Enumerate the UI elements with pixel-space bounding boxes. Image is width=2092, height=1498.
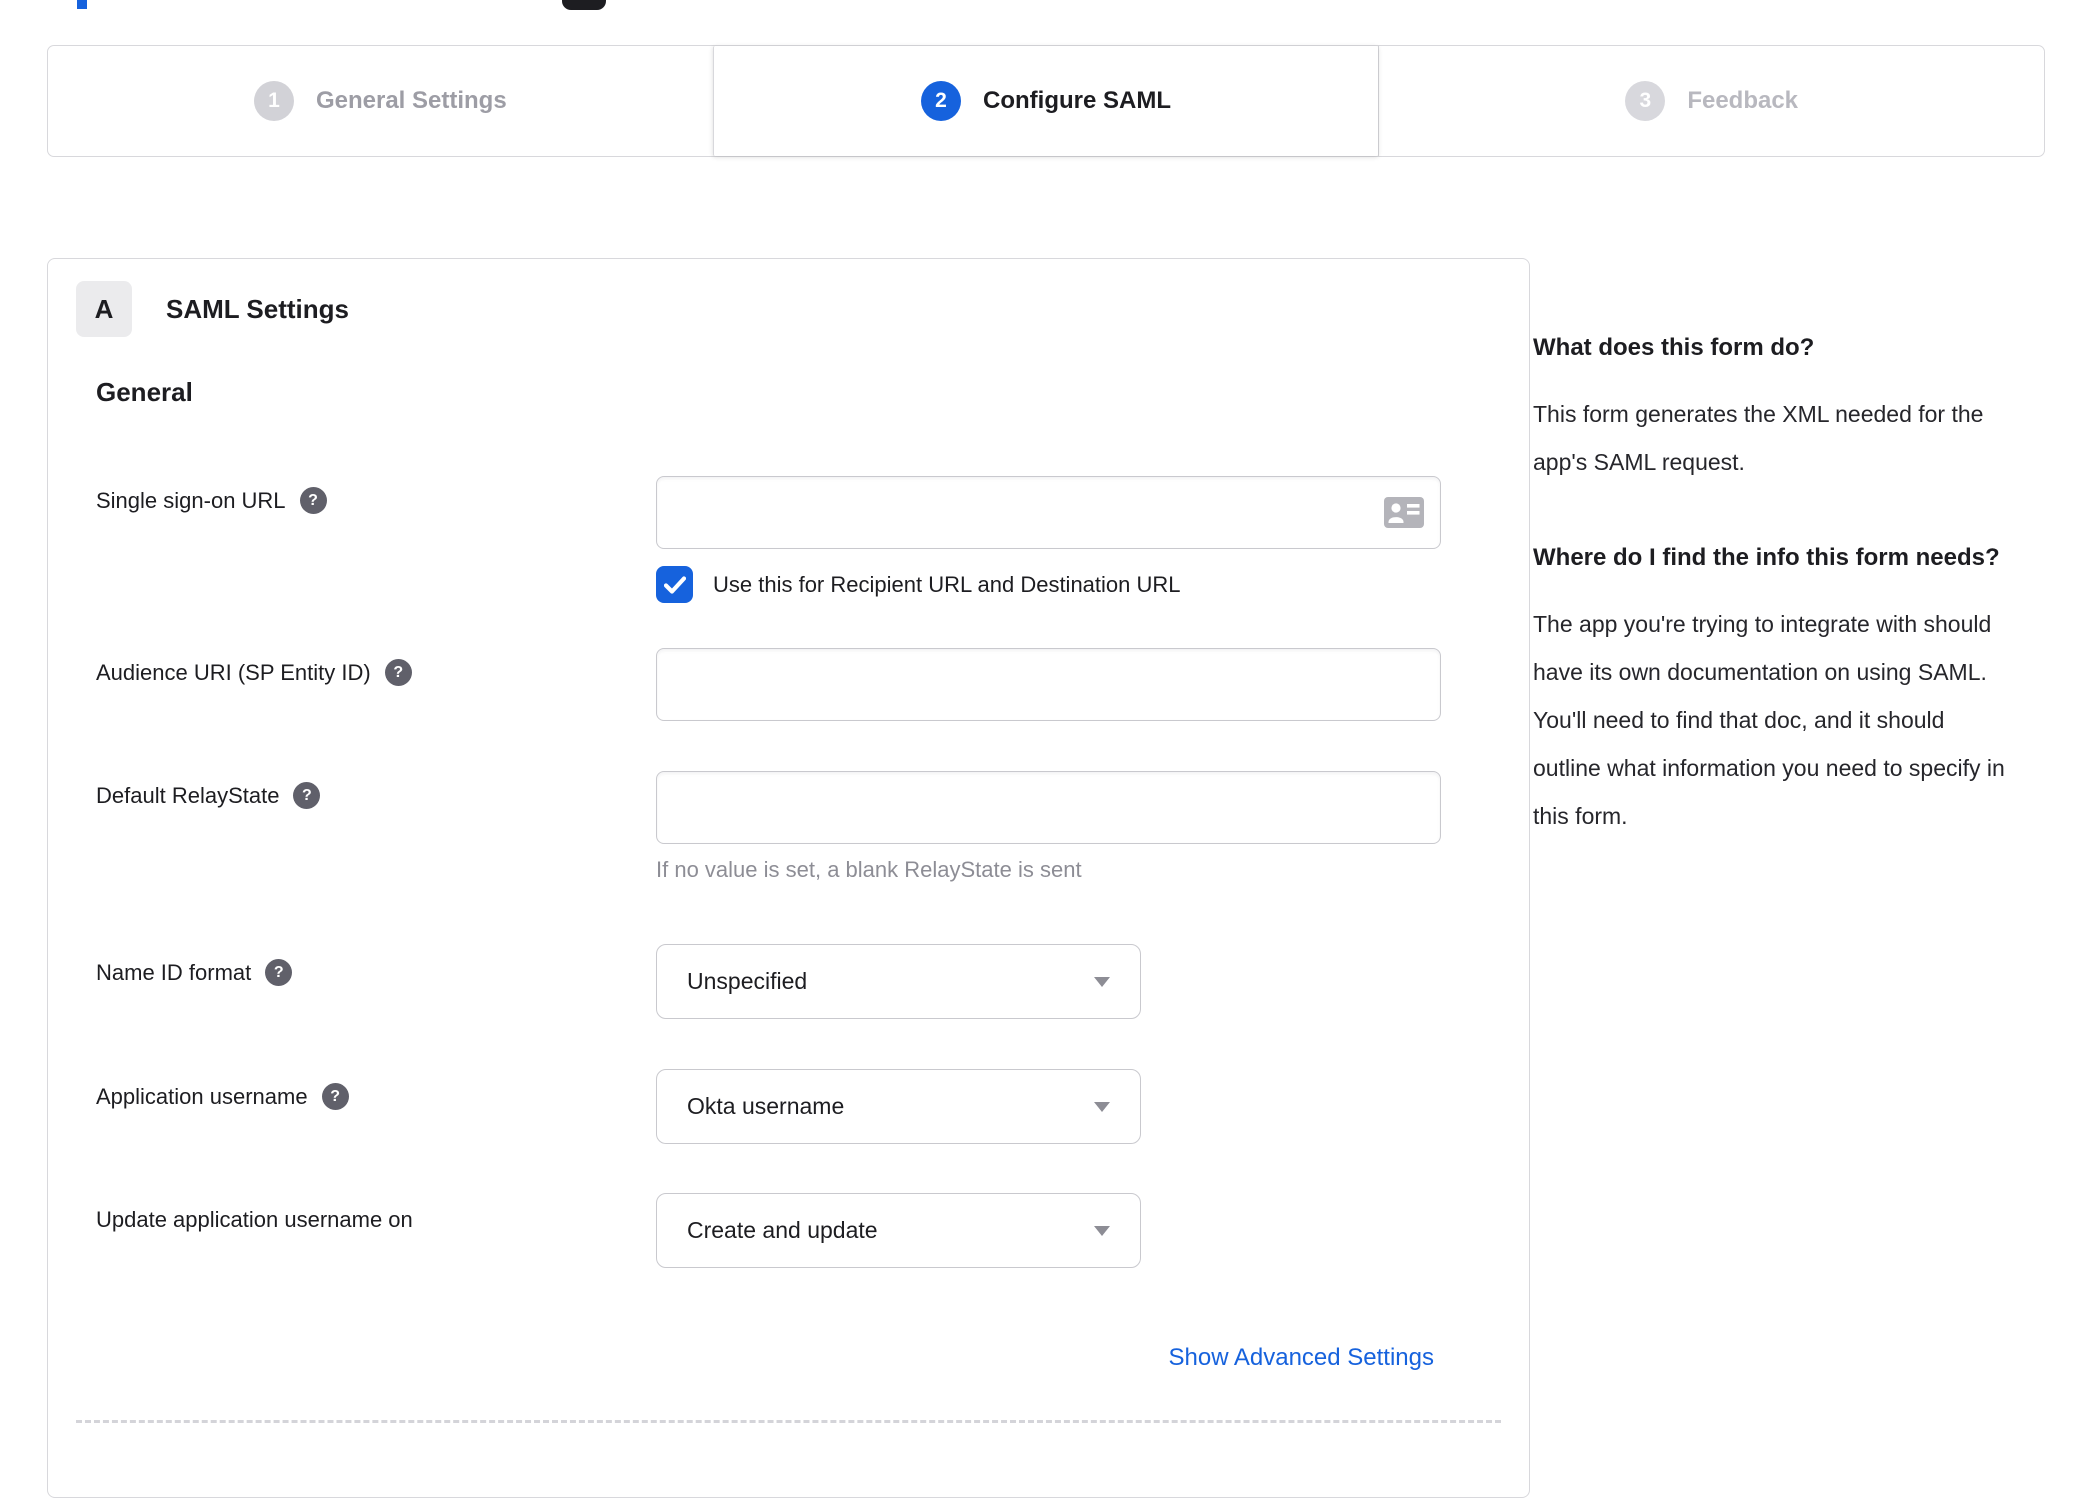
step-label: Feedback [1687,87,1799,114]
checkmark-icon [663,575,686,594]
wizard-stepper: 1 General Settings 2 Configure SAML 3 Fe… [47,45,2045,157]
address-card-icon [1384,497,1424,528]
audience-uri-input[interactable] [656,648,1441,721]
step-label: General Settings [315,87,507,114]
stepper-step-general-settings[interactable]: 1 General Settings [48,46,713,156]
sso-url-label: Single sign-on URL ? [96,487,327,514]
sidebar-answer-1: This form generates the XML needed for t… [1533,401,1984,475]
app-username-value: Okta username [687,1093,845,1119]
update-username-label: Update application username on [96,1207,413,1232]
relay-state-input[interactable] [656,771,1441,844]
app-username-select[interactable]: Okta username [656,1069,1141,1144]
section-dashed-divider [76,1420,1501,1423]
name-id-format-select[interactable]: Unspecified [656,944,1141,1019]
sidebar-question-2: Where do I find the info this form needs… [1533,544,2000,571]
section-header: A SAML Settings [76,281,349,337]
sso-url-help-icon[interactable]: ? [299,487,327,514]
sso-url-input[interactable] [656,476,1441,549]
cutoff-blue-fragment [77,0,87,9]
sidebar-question-1: What does this form do? [1533,334,1815,361]
app-username-label: Application username ? [96,1083,349,1110]
caret-down-icon [1094,976,1110,987]
step-number-badge: 2 [921,81,962,121]
caret-down-icon [1094,1225,1110,1236]
relay-state-hint: If no value is set, a blank RelayState i… [656,857,1082,882]
step-number-badge: 3 [1625,81,1666,121]
section-badge-a: A [76,281,132,337]
caret-down-icon [1094,1101,1110,1112]
section-title: SAML Settings [166,293,349,324]
audience-uri-help-icon[interactable]: ? [384,659,412,686]
name-id-format-help-icon[interactable]: ? [265,959,293,986]
update-username-value: Create and update [687,1217,878,1243]
name-id-format-value: Unspecified [687,968,808,994]
recipient-url-checkbox[interactable] [656,566,693,603]
name-id-format-label: Name ID format ? [96,959,293,986]
audience-uri-label: Audience URI (SP Entity ID) ? [96,659,412,686]
saml-settings-panel: A SAML Settings General Single sign-on U… [47,258,1530,1498]
cutoff-dark-fragment [562,0,606,10]
help-sidebar: What does this form do? This form genera… [1533,326,2011,840]
stepper-step-feedback[interactable]: 3 Feedback [1378,46,2045,156]
stepper-step-configure-saml[interactable]: 2 Configure SAML [712,46,1379,156]
recipient-url-checkbox-row: Use this for Recipient URL and Destinati… [656,566,1181,603]
group-title-general: General [96,377,193,407]
app-username-help-icon[interactable]: ? [321,1083,349,1110]
step-label: Configure SAML [983,87,1171,114]
show-advanced-settings-link[interactable]: Show Advanced Settings [1168,1344,1434,1372]
relay-state-help-icon[interactable]: ? [293,782,321,809]
step-number-badge: 1 [253,81,294,121]
update-username-select[interactable]: Create and update [656,1193,1141,1268]
recipient-url-checkbox-label: Use this for Recipient URL and Destinati… [713,571,1181,597]
sidebar-answer-2: The app you're trying to integrate with … [1533,611,2005,829]
relay-state-label: Default RelayState ? [96,782,321,809]
